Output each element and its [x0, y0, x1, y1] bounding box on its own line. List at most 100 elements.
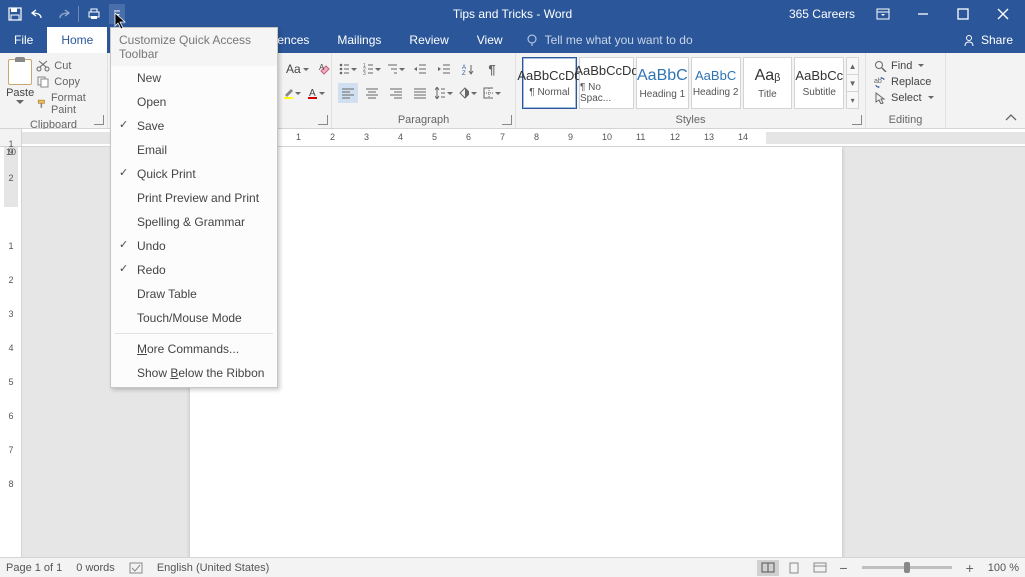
share-button[interactable]: Share	[950, 27, 1025, 53]
justify-button[interactable]	[410, 83, 430, 103]
multilevel-icon	[387, 63, 397, 75]
numbering-button[interactable]: 123	[362, 59, 382, 79]
tab-mailings[interactable]: Mailings	[323, 27, 395, 53]
menu-item-print-preview-and-print[interactable]: Print Preview and Print	[111, 186, 277, 210]
status-language[interactable]: English (United States)	[157, 562, 270, 574]
highlight-button[interactable]	[282, 83, 302, 103]
borders-icon	[483, 87, 493, 99]
paste-button[interactable]: Paste	[6, 57, 34, 117]
sort-button[interactable]: AZ	[458, 59, 478, 79]
status-words[interactable]: 0 words	[76, 562, 115, 574]
font-dialog-launcher[interactable]	[318, 115, 328, 125]
view-read-mode[interactable]	[757, 560, 779, 576]
account-name[interactable]: 365 Careers	[789, 7, 855, 21]
font-color-button[interactable]: A	[306, 83, 326, 103]
clipboard-dialog-launcher[interactable]	[94, 115, 104, 125]
svg-text:ab: ab	[874, 78, 882, 85]
menu-item-touch-mouse-mode[interactable]: Touch/Mouse Mode	[111, 306, 277, 330]
style-subtitle[interactable]: AaBbCcSubtitle	[794, 57, 844, 109]
eraser-icon: A	[318, 62, 332, 76]
group-styles: AaBbCcDd¶ NormalAaBbCcDd¶ No Spac...AaBb…	[516, 53, 866, 128]
align-left-button[interactable]	[338, 83, 358, 103]
select-button[interactable]: Select	[872, 91, 939, 105]
format-painter-button[interactable]: Format Paint	[34, 91, 101, 117]
multilevel-button[interactable]	[386, 59, 406, 79]
group-editing: Find abReplace Select Editing	[866, 53, 946, 128]
tell-me-search[interactable]: Tell me what you want to do	[525, 27, 693, 53]
menu-item-undo[interactable]: Undo	[111, 234, 277, 258]
show-marks-button[interactable]: ¶	[482, 59, 502, 79]
ribbon-options-icon[interactable]	[865, 0, 901, 27]
style-heading-2[interactable]: AaBbCHeading 2	[691, 57, 741, 109]
replace-icon: ab	[874, 76, 887, 88]
zoom-in-button[interactable]: +	[966, 560, 974, 576]
tab-references[interactable]: ences	[273, 27, 323, 53]
zoom-out-button[interactable]: −	[839, 560, 847, 576]
menu-item-spelling-grammar[interactable]: Spelling & Grammar	[111, 210, 277, 234]
cut-button[interactable]: Cut	[34, 59, 101, 73]
line-spacing-button[interactable]	[434, 83, 454, 103]
align-right-button[interactable]	[386, 83, 406, 103]
menu-item-new[interactable]: New	[111, 66, 277, 90]
menu-item-email[interactable]: Email	[111, 138, 277, 162]
styles-dialog-launcher[interactable]	[852, 115, 862, 125]
replace-button[interactable]: abReplace	[872, 75, 939, 89]
status-bar: Page 1 of 1 0 words English (United Stat…	[0, 557, 1025, 577]
style--normal[interactable]: AaBbCcDd¶ Normal	[522, 57, 577, 109]
borders-button[interactable]	[482, 83, 502, 103]
save-icon[interactable]	[6, 5, 24, 23]
indent-icon	[437, 63, 451, 75]
align-center-button[interactable]	[362, 83, 382, 103]
font-color-icon: A	[307, 87, 317, 99]
bullets-icon	[339, 63, 349, 75]
style--no-spac-[interactable]: AaBbCcDd¶ No Spac...	[579, 57, 634, 109]
window-title: Tips and Tricks - Word	[453, 7, 572, 21]
menu-item-save[interactable]: Save	[111, 114, 277, 138]
zoom-level[interactable]: 100 %	[988, 562, 1019, 574]
undo-icon[interactable]	[30, 5, 48, 23]
spellcheck-icon[interactable]	[129, 562, 143, 574]
tab-review[interactable]: Review	[395, 27, 462, 53]
maximize-button[interactable]	[945, 0, 981, 27]
close-button[interactable]	[985, 0, 1021, 27]
outdent-icon	[413, 63, 427, 75]
tab-view[interactable]: View	[463, 27, 517, 53]
menu-item-open[interactable]: Open	[111, 90, 277, 114]
tab-file[interactable]: File	[0, 27, 47, 53]
increase-indent-button[interactable]	[434, 59, 454, 79]
decrease-indent-button[interactable]	[410, 59, 430, 79]
change-case-button[interactable]: Aa	[282, 59, 313, 79]
menu-item-draw-table[interactable]: Draw Table	[111, 282, 277, 306]
status-page[interactable]: Page 1 of 1	[6, 562, 62, 574]
shading-icon	[459, 87, 469, 99]
menu-more-commands[interactable]: More Commands...	[111, 337, 277, 361]
bullets-button[interactable]	[338, 59, 358, 79]
find-button[interactable]: Find	[872, 59, 939, 73]
menu-item-quick-print[interactable]: Quick Print	[111, 162, 277, 186]
redo-icon[interactable]	[54, 5, 72, 23]
view-web-layout[interactable]	[809, 560, 831, 576]
select-icon	[874, 92, 887, 104]
styles-gallery-more[interactable]: ▲▼▾	[846, 57, 859, 109]
minimize-button[interactable]	[905, 0, 941, 27]
numbering-icon: 123	[363, 63, 373, 75]
clear-formatting-button[interactable]: A	[317, 59, 333, 79]
style-heading-1[interactable]: AaBbCHeading 1	[636, 57, 689, 109]
style-title[interactable]: AaᵦTitle	[743, 57, 793, 109]
menu-item-redo[interactable]: Redo	[111, 258, 277, 282]
tab-home[interactable]: Home	[47, 27, 107, 53]
vertical-ruler[interactable]: 1212345678910	[0, 147, 22, 557]
qat-customize-button[interactable]	[109, 4, 125, 24]
shading-button[interactable]	[458, 83, 478, 103]
page[interactable]	[190, 147, 842, 557]
menu-show-below[interactable]: Show Below the Ribbon	[111, 361, 277, 385]
view-print-layout[interactable]	[783, 560, 805, 576]
group-font-partial: Aa A A	[276, 53, 332, 128]
paragraph-dialog-launcher[interactable]	[502, 115, 512, 125]
copy-button[interactable]: Copy	[34, 75, 101, 89]
svg-text:Z: Z	[462, 71, 466, 75]
title-bar: Tips and Tricks - Word 365 Careers	[0, 0, 1025, 27]
collapse-ribbon-button[interactable]	[1005, 114, 1017, 122]
zoom-slider[interactable]	[862, 566, 952, 569]
quick-print-icon[interactable]	[85, 5, 103, 23]
